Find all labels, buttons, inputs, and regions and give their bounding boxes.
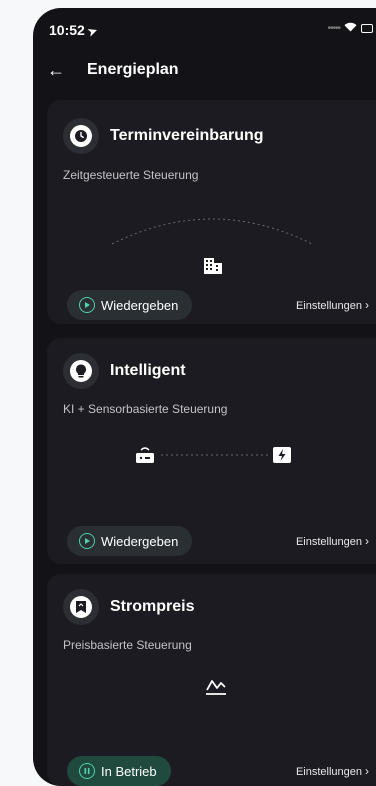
battery-icon [361, 23, 373, 33]
plan-card-intelligent[interactable]: Intelligent KI + Sensorbasierte Steuerun… [47, 338, 376, 564]
card-subtitle: Preisbasierte Steuerung [63, 638, 192, 652]
card-subtitle: Zeitgesteuerte Steuerung [63, 168, 199, 182]
clock-icon [70, 125, 92, 147]
settings-link-label: Einstellungen [295, 536, 362, 548]
settings-link[interactable]: Einstellungen › [296, 534, 369, 548]
running-status-label: In Betrieb [101, 763, 157, 779]
play-button[interactable]: Wiedergeben [67, 290, 193, 320]
pause-icon [79, 763, 95, 779]
app-header: ← Energieplan [33, 58, 376, 86]
card-icon-wrapper [63, 118, 99, 154]
settings-link-label: Einstellungen [295, 300, 362, 312]
app-screen: 10:52➤ ••••• ← Energieplan Terminvereinb… [33, 8, 376, 786]
status-bar: 10:52➤ ••••• [33, 8, 376, 46]
router-icon [136, 447, 154, 463]
card-title: Strompreis [110, 598, 195, 615]
price-tag-icon [70, 596, 92, 618]
settings-link-label: Einstellungen [295, 766, 362, 778]
chevron-right-icon: › [365, 534, 369, 548]
back-arrow-icon[interactable]: ← [47, 60, 65, 80]
play-button[interactable]: Wiedergeben [67, 526, 193, 556]
wifi-icon [344, 21, 357, 35]
plan-card-price[interactable]: Strompreis Preisbasierte Steuerung In Be… [47, 574, 376, 786]
running-status-button[interactable]: In Betrieb [67, 756, 171, 786]
card-title: Intelligent [110, 362, 186, 379]
building-icon [204, 258, 222, 274]
signal-icon: ••••• [327, 22, 340, 34]
connection-line [161, 454, 271, 456]
chevron-right-icon: › [365, 298, 369, 312]
bulb-icon [70, 360, 92, 382]
plan-card-schedule[interactable]: Terminvereinbarung Zeitgesteuerte Steuer… [47, 100, 376, 324]
card-icon-wrapper [63, 589, 99, 625]
card-subtitle: KI + Sensorbasierte Steuerung [63, 402, 228, 416]
settings-link[interactable]: Einstellungen › [296, 764, 369, 778]
play-button-label: Wiedergeben [101, 297, 179, 313]
power-box-icon [273, 447, 291, 463]
sun-arc-graphic [111, 218, 313, 245]
location-arrow-icon: ➤ [86, 24, 99, 40]
page-title: Energieplan [87, 61, 179, 78]
chevron-right-icon: › [365, 764, 369, 778]
settings-link[interactable]: Einstellungen › [296, 298, 369, 312]
play-icon [79, 297, 95, 313]
price-chart-icon [206, 680, 226, 695]
status-indicators: ••••• [327, 21, 373, 35]
play-icon [79, 533, 95, 549]
card-title: Terminvereinbarung [110, 127, 264, 144]
status-time: 10:52➤ [49, 22, 99, 40]
card-icon-wrapper [63, 353, 99, 389]
play-button-label: Wiedergeben [101, 533, 179, 549]
status-time-text: 10:52 [49, 22, 85, 38]
